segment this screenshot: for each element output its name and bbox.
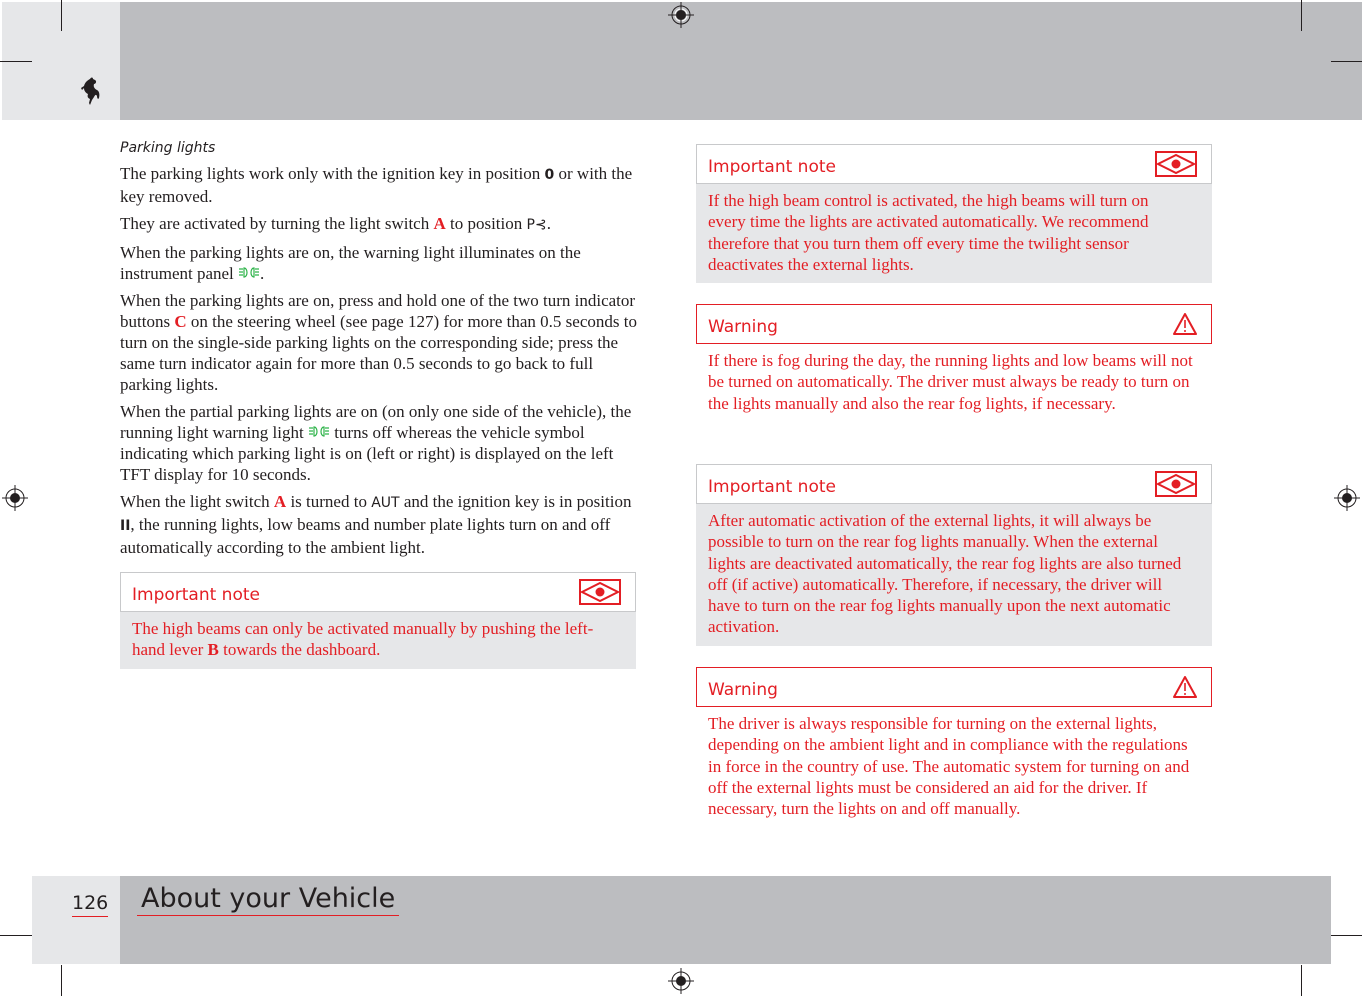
important-note-box: Important note The high beams can only b… <box>120 572 636 669</box>
crop-mark <box>0 61 32 62</box>
warning-triangle-icon <box>1173 676 1197 698</box>
key-position: 0 <box>544 167 555 183</box>
registration-mark-icon <box>1334 485 1360 511</box>
warning-triangle-icon <box>1173 313 1197 335</box>
crop-mark <box>0 935 32 936</box>
note-header: Important note <box>120 572 636 612</box>
parking-light-indicator-icon <box>239 267 260 278</box>
note-title: Important note <box>708 477 836 497</box>
warning-title: Warning <box>708 680 778 700</box>
text: . <box>260 264 265 283</box>
page-number: 126 <box>72 892 109 917</box>
note-title: Important note <box>708 157 836 177</box>
important-note-box: Important note After automatic activatio… <box>696 464 1212 646</box>
left-column: Parking lights The parking lights work o… <box>120 140 640 564</box>
prancing-horse-logo-icon <box>81 77 100 105</box>
text: The parking lights work only with the ig… <box>120 164 545 183</box>
paragraph: The parking lights work only with the ig… <box>120 163 640 207</box>
paragraph: They are activated by turning the light … <box>120 213 640 236</box>
text: towards the dashboard. <box>218 640 381 660</box>
paragraph: When the parking lights are on, press an… <box>120 290 640 395</box>
switch-label: A <box>273 492 287 511</box>
warning-body: The driver is always responsible for tur… <box>708 714 1190 819</box>
auto-position-label: AUT <box>371 495 400 511</box>
warning-header: Warning <box>696 304 1212 344</box>
crop-mark <box>61 0 62 31</box>
text: , the running lights, low beams and numb… <box>120 515 611 557</box>
important-note-box: Important note If the high beam control … <box>696 144 1212 284</box>
key-position: II <box>120 518 131 534</box>
note-title: Important note <box>132 585 260 605</box>
text: is turned to <box>286 492 372 511</box>
button-label: C <box>174 312 187 331</box>
important-note-eye-icon <box>1155 151 1197 177</box>
text: . <box>546 214 551 233</box>
important-note-eye-icon <box>1155 471 1197 497</box>
header-band-dark <box>120 2 1362 120</box>
warning-body: If there is fog during the day, the runn… <box>708 351 1193 413</box>
paragraph: When the partial parking lights are on (… <box>120 401 640 485</box>
crop-mark <box>1331 61 1362 62</box>
section-title: About your Vehicle <box>137 884 400 916</box>
crop-mark <box>1301 965 1302 996</box>
text: They are activated by turning the light … <box>120 214 434 233</box>
important-note-eye-icon <box>579 579 621 605</box>
registration-mark-icon <box>2 485 28 511</box>
registration-mark-icon <box>668 2 694 28</box>
paragraph: When the light switch A is turned to AUT… <box>120 491 640 558</box>
parking-position-icon: P⊰ <box>526 217 547 233</box>
note-body: If the high beam control is activated, t… <box>696 184 1212 284</box>
warning-box: Warning The driver is always responsible… <box>696 667 1212 827</box>
warning-title: Warning <box>708 317 778 337</box>
registration-mark-icon <box>668 968 694 994</box>
parking-light-indicator-icon <box>308 426 329 437</box>
crop-mark <box>61 965 62 996</box>
note-header: Important note <box>696 464 1212 504</box>
text: When the light switch <box>120 492 274 511</box>
text: and the ignition key is in position <box>399 492 632 511</box>
note-body: After automatic activation of the extern… <box>696 504 1212 646</box>
warning-box: Warning If there is fog during the day, … <box>696 304 1212 422</box>
note-body: The high beams can only be activated man… <box>120 612 636 669</box>
text: on the steering wheel (see page 127) for… <box>120 312 637 394</box>
note-header: Important note <box>696 144 1212 184</box>
switch-label: A <box>433 214 446 233</box>
section-subheading: Parking lights <box>120 140 216 156</box>
footer-band-light <box>32 876 120 964</box>
warning-header: Warning <box>696 667 1212 707</box>
paragraph: When the parking lights are on, the warn… <box>120 242 640 284</box>
lever-label: B <box>207 640 219 660</box>
text: When the parking lights are on, the warn… <box>120 243 581 283</box>
text: to position <box>445 214 527 233</box>
crop-mark <box>1331 935 1362 936</box>
crop-mark <box>1301 0 1302 31</box>
